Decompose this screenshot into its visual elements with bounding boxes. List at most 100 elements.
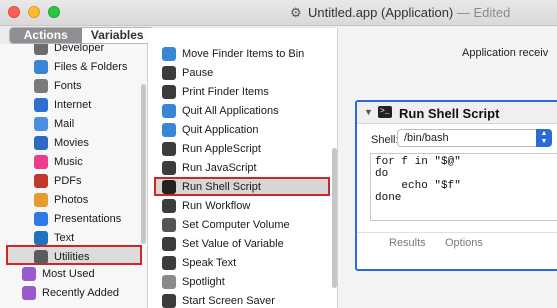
title-bar: ⚙ Untitled.app (Application) — Edited (0, 0, 557, 26)
automator-icon (162, 236, 176, 251)
action-item-label: Run AppleScript (182, 142, 261, 155)
shell-select-value: /bin/bash (404, 132, 449, 144)
library-item-text[interactable]: Text (34, 228, 74, 247)
library-item-presentations[interactable]: Presentations (34, 209, 121, 228)
workflow-area: Application receiv ▼ >_ Run Shell Script… (338, 27, 557, 308)
library-item-label: Developer (54, 44, 105, 54)
automator-icon (162, 198, 176, 213)
library-scrollbar[interactable] (141, 84, 146, 244)
action-item-label: Run Shell Script (182, 180, 261, 193)
action-item-label: Run Workflow (182, 199, 251, 212)
library-item-label: PDFs (54, 174, 82, 187)
library-item-files-folders[interactable]: Files & Folders (34, 57, 127, 76)
action-item-run-applescript[interactable]: Run AppleScript (162, 139, 261, 158)
window-title-text: Untitled.app (Application) (308, 5, 454, 20)
action-title: Run Shell Script (399, 106, 500, 121)
music-icon (34, 154, 48, 169)
actions-scrollbar[interactable] (332, 148, 337, 288)
actions-tab[interactable]: Actions (10, 28, 82, 43)
finder-icon (162, 46, 176, 61)
photos-icon (34, 192, 48, 207)
smart-folder-icon (22, 285, 36, 300)
action-item-run-shell-script[interactable]: Run Shell Script (162, 177, 261, 196)
action-item-label: Run JavaScript (182, 161, 257, 174)
action-item-set-value-of-variable[interactable]: Set Value of Variable (162, 234, 284, 253)
workflow-input-header: Application receiv (462, 47, 549, 59)
automator-document-icon: ⚙ (290, 5, 302, 20)
options-tab[interactable]: Options (445, 237, 483, 249)
zoom-button[interactable] (48, 6, 60, 18)
library-item-photos[interactable]: Photos (34, 190, 88, 209)
hammer-icon (34, 44, 48, 55)
automator-icon (162, 293, 176, 308)
action-item-pause[interactable]: Pause (162, 63, 213, 82)
disclosure-triangle-icon[interactable]: ▼ (364, 107, 373, 117)
action-item-speak-text[interactable]: Speak Text (162, 253, 236, 272)
smart-group-label: Recently Added (42, 286, 120, 299)
library-item-movies[interactable]: Movies (34, 133, 89, 152)
action-item-label: Quit Application (182, 123, 259, 136)
library-item-label: Presentations (54, 212, 122, 225)
spotlight-icon (162, 274, 176, 289)
automator-icon (162, 65, 176, 80)
library-item-developer[interactable]: Developer (34, 44, 104, 57)
smart-folder-icon (22, 266, 36, 281)
library-item-label: Text (54, 231, 75, 244)
action-item-run-workflow[interactable]: Run Workflow (162, 196, 250, 215)
finder-icon (34, 59, 48, 74)
library-item-fonts[interactable]: Fonts (34, 76, 82, 95)
minimize-button[interactable] (28, 6, 40, 18)
library-item-label: Internet (54, 98, 92, 111)
library-item-label: Utilities (54, 250, 90, 263)
action-footer-divider (357, 232, 557, 233)
app-icon (162, 103, 176, 118)
automator-icon (162, 141, 176, 156)
action-item-set-computer-volume[interactable]: Set Computer Volume (162, 215, 290, 234)
smart-group-recently-added[interactable]: Recently Added (22, 283, 119, 302)
library-item-internet[interactable]: Internet (34, 95, 91, 114)
speaker-icon (162, 217, 176, 232)
shell-label: Shell: (371, 134, 399, 146)
automator-icon (162, 255, 176, 270)
action-item-print-finder-items[interactable]: Print Finder Items (162, 82, 269, 101)
action-item-move-finder-items-to-bin[interactable]: Move Finder Items to Bin (162, 44, 304, 63)
shell-select[interactable]: /bin/bash ▲ ▼ (397, 129, 552, 147)
action-item-start-screen-saver[interactable]: Start Screen Saver (162, 291, 275, 308)
results-tab[interactable]: Results (389, 237, 426, 249)
app-icon (162, 122, 176, 137)
actions-list: Move Finder Items to Bin Pause Print Finde… (148, 28, 338, 308)
library-item-label: Fonts (54, 79, 82, 92)
action-item-label: Set Value of Variable (182, 237, 284, 250)
action-item-spotlight[interactable]: Spotlight (162, 272, 225, 291)
edited-label: — Edited (456, 5, 511, 20)
font-icon (34, 78, 48, 93)
close-button[interactable] (8, 6, 20, 18)
library-segmented-control: Actions Variables (9, 27, 154, 44)
library-item-label: Files & Folders (54, 60, 128, 73)
select-arrows-icon: ▲ ▼ (536, 129, 552, 147)
action-item-label: Speak Text (182, 256, 237, 269)
globe-icon (34, 97, 48, 112)
terminal-icon (162, 179, 176, 194)
run-shell-script-action[interactable]: ▼ >_ Run Shell Script Shell: /bin/bash ▲… (355, 100, 557, 271)
library-item-mail[interactable]: Mail (34, 114, 74, 133)
keynote-icon (34, 211, 48, 226)
library-item-label: Movies (54, 136, 89, 149)
automator-icon (162, 160, 176, 175)
text-icon (34, 230, 48, 245)
terminal-icon: >_ (378, 106, 392, 118)
utilities-icon (34, 249, 48, 264)
action-item-label: Start Screen Saver (182, 294, 275, 307)
script-editor[interactable]: for f in "$@" do echo "$f" done (370, 153, 557, 221)
library-sidebar: Developer Files & Folders Fonts Internet Mai… (0, 44, 148, 308)
variables-tab[interactable]: Variables (82, 28, 154, 43)
library-item-music[interactable]: Music (34, 152, 83, 171)
action-header: ▼ >_ Run Shell Script (357, 102, 557, 124)
action-item-run-javascript[interactable]: Run JavaScript (162, 158, 257, 177)
action-item-label: Print Finder Items (182, 85, 269, 98)
action-item-quit-all-applications[interactable]: Quit All Applications (162, 101, 279, 120)
library-item-pdfs[interactable]: PDFs (34, 171, 82, 190)
action-item-quit-application[interactable]: Quit Application (162, 120, 258, 139)
smart-group-label: Most Used (42, 267, 95, 280)
smart-group-most-used[interactable]: Most Used (22, 264, 95, 283)
